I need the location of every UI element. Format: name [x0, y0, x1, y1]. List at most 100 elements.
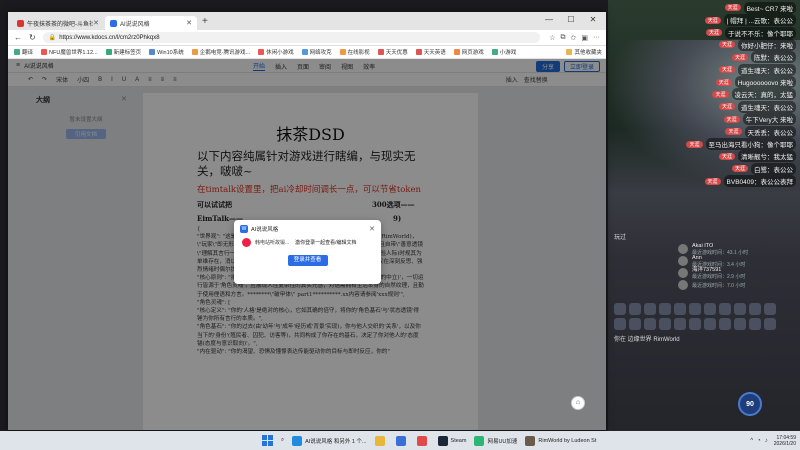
more-icon[interactable]: ···	[593, 34, 600, 42]
fan-badge: 天涯	[718, 41, 735, 49]
bookmark-item[interactable]: 在线影视	[339, 48, 370, 56]
performance-gauge: 90	[738, 392, 762, 416]
minimize-icon[interactable]: —	[538, 12, 560, 28]
fan-badge: 天涯	[731, 53, 748, 61]
chat-text: BVB0409：表公公表拜	[723, 175, 796, 188]
chat-message: 天涯 陈默：表公公	[636, 51, 796, 64]
clock[interactable]: 17:04:59 2026/1/20	[774, 435, 796, 447]
viewer-status: 最近游戏时间：7.0 小时	[692, 282, 746, 289]
bookmark-item[interactable]: 小游戏	[491, 48, 516, 56]
tab-bar: 午夜抹茶茶的微吧-斗鱼社区,直播 ✕ AI说说风格 ✕ + — ☐ ✕	[8, 12, 606, 30]
bookmark-icon	[41, 49, 48, 55]
bookmark-item[interactable]: 网页游戏	[453, 48, 484, 56]
chevron-up-icon[interactable]: ^	[750, 438, 753, 444]
close-icon[interactable]: ✕	[369, 225, 375, 233]
search-icon[interactable]: ⌕	[277, 431, 288, 450]
taskbar-app-edge[interactable]: AI说说风格 和另外 1 个...	[288, 431, 370, 450]
folder-icon	[374, 435, 385, 446]
fan-badge: 天涯	[704, 177, 721, 185]
avatar	[678, 268, 688, 278]
start-icon[interactable]	[262, 435, 273, 446]
fan-badge: 天涯	[718, 66, 735, 74]
chat-list: 天涯 Best~ CR7 来啦 天涯 | 帽拜 | ...云歌：表公公 天涯 于说不不乐：…	[636, 1, 796, 188]
dialog-header: W AI说说风格 ✕	[234, 220, 381, 238]
tab-label: 午夜抹茶茶的微吧-斗鱼社区,直播	[27, 21, 94, 28]
bookmark-icon	[415, 49, 422, 55]
close-window-icon[interactable]: ✕	[582, 12, 604, 28]
viewer-area: 玩过 Akai ITO 最近游戏时间：43.1 小时 Ann 最近游戏时间：3.4 小…	[608, 230, 800, 345]
chat-text: Best~ CR7 来啦	[743, 1, 796, 14]
extensions-icon[interactable]: ⧉	[561, 34, 566, 42]
bookmark-item[interactable]: 休闲小游戏	[258, 48, 294, 56]
bookmark-icon	[301, 49, 308, 55]
volume-icon[interactable]: ♪	[765, 438, 768, 444]
chat-text: 你好小肥仔：来啦	[738, 38, 796, 51]
folder-icon	[566, 49, 573, 55]
bookmark-icon	[377, 49, 384, 55]
new-tab-button[interactable]: +	[202, 16, 208, 30]
back-icon[interactable]: ←	[14, 33, 22, 42]
fan-badge: 天涯	[718, 103, 735, 111]
fan-badge: 天涯	[724, 4, 741, 12]
dialog-body: 韩电站听故锻... 激你登录一起查看/编辑文档	[234, 238, 381, 247]
chat-text: | 帽拜 | ...云歌：表公公	[723, 14, 796, 27]
rimworld-icon	[525, 435, 536, 446]
taskbar-app[interactable]	[371, 431, 392, 450]
chat-message: 天涯 于说不不乐：像个耶耶	[636, 26, 796, 39]
chat-text: Hugoooooovo 来啦	[734, 76, 796, 89]
bookmark-item[interactable]: Win10系统	[149, 48, 184, 56]
tab-label: AI说说风格	[120, 21, 150, 28]
viewer-row[interactable]: 最近游戏时间：7.0 小时	[608, 279, 800, 291]
login-view-button[interactable]: 登录并查看	[287, 255, 328, 266]
bookmark-icon	[191, 49, 198, 55]
avatar	[678, 280, 688, 290]
help-button[interactable]: ⌂	[571, 396, 585, 410]
bookmark-item[interactable]: 新建标签页	[105, 48, 141, 56]
bookmark-item[interactable]: 翻译	[14, 48, 33, 56]
close-icon[interactable]: ✕	[186, 19, 192, 27]
bookmark-icon	[149, 49, 156, 55]
refresh-icon[interactable]: ↻	[29, 33, 36, 42]
taskbar-app-rimworld[interactable]: RimWorld by Ludeon St	[521, 431, 600, 450]
star-icon[interactable]: ☆	[549, 34, 555, 42]
chat-message: 天涯 你好小肥仔：来啦	[636, 38, 796, 51]
bookmark-item[interactable]: 企鹅电竞·腾讯游戏...	[191, 48, 250, 56]
bookmark-item[interactable]: 天天英语	[415, 48, 446, 56]
bookmarks-bar: 翻译 NFU魔兽世界1.12... 新建标签页 Win10系统 企鹅电竞·腾讯游戏...…	[8, 46, 606, 59]
friends-title	[608, 291, 800, 301]
douyu-icon	[17, 19, 24, 27]
bookmark-item[interactable]: 天天优惠	[377, 48, 408, 56]
tab-ai-style[interactable]: AI说说风格 ✕	[105, 16, 197, 30]
tab-douyu[interactable]: 午夜抹茶茶的微吧-斗鱼社区,直播 ✕	[12, 16, 104, 30]
bookmark-item[interactable]: 网络攻克	[301, 48, 332, 56]
fan-badge: 天涯	[705, 29, 722, 37]
other-bookmarks[interactable]: 其他收藏夹	[566, 48, 602, 56]
taskbar-app-uu[interactable]: 网易UU加速	[470, 431, 521, 450]
fan-badge: 天涯	[686, 140, 703, 148]
browser-window: 午夜抹茶茶的微吧-斗鱼社区,直播 ✕ AI说说风格 ✕ + — ☐ ✕ ← ↻ …	[8, 12, 606, 430]
taskbar-app-steam[interactable]: Steam	[434, 431, 471, 450]
avatar	[242, 238, 251, 247]
close-icon[interactable]: ✕	[93, 19, 99, 27]
taskbar-app[interactable]	[413, 431, 434, 450]
viewer-row[interactable]: 海洋737591 最近游戏时间：2.9 小时	[608, 267, 800, 280]
viewer-status: 最近游戏时间：2.9 小时	[692, 273, 746, 280]
bookmark-item[interactable]: NFU魔兽世界1.12...	[41, 48, 98, 56]
chat-message: 天涯 至马出海只看小狗：像个耶耶	[636, 138, 796, 151]
chat-message: 天涯 午下Very大 来啦	[636, 113, 796, 126]
viewer-row[interactable]: Akai ITO 最近游戏时间：43.1 小时	[608, 243, 800, 256]
maximize-icon[interactable]: ☐	[560, 12, 582, 28]
kdocs-icon: W	[240, 225, 248, 233]
taskbar-app[interactable]	[392, 431, 413, 450]
network-icon[interactable]: ◔	[757, 438, 761, 444]
chat-text: 凌云天：真的，太猛	[731, 88, 796, 101]
url-field[interactable]: 🔒 https://www.kdocs.cn/l/cm2rz0Phkqx8	[42, 32, 541, 43]
chat-text: 于说不不乐：像个耶耶	[725, 26, 796, 39]
viewer-info: 最近游戏时间：7.0 小时	[692, 282, 745, 289]
viewer-row[interactable]: Ann 最近游戏时间：3.4 小时	[608, 255, 800, 268]
favorites-icon[interactable]: ✩	[571, 34, 577, 42]
taskbar: ⌕ AI说说风格 和另外 1 个... Steam 网易UU加速 RimWorl…	[0, 431, 800, 450]
uu-icon	[474, 435, 485, 446]
collections-icon[interactable]: ▣	[581, 34, 588, 42]
bookmark-icon	[339, 49, 346, 55]
